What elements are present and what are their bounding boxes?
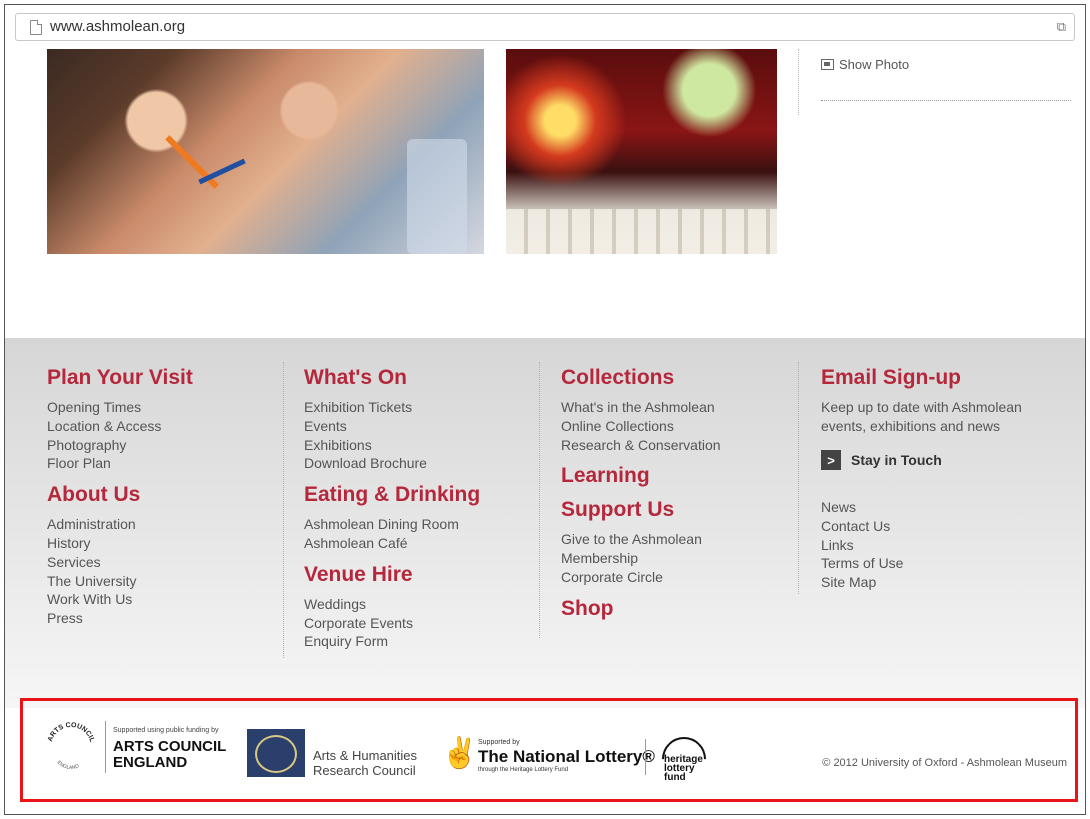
- footer-link[interactable]: Press: [47, 609, 193, 628]
- svg-text:ENGLAND: ENGLAND: [56, 760, 81, 771]
- url-text[interactable]: www.ashmolean.org: [50, 18, 185, 35]
- section-title[interactable]: Venue Hire: [304, 563, 480, 587]
- footer-link[interactable]: Corporate Events: [304, 614, 480, 633]
- footer-link[interactable]: News: [821, 498, 1061, 517]
- footer-link[interactable]: Weddings: [304, 595, 480, 614]
- ahrc-line2: Research Council: [313, 763, 416, 778]
- footer-link[interactable]: Work With Us: [47, 590, 193, 609]
- translate-icon[interactable]: ⧉: [1057, 19, 1066, 35]
- footer-link[interactable]: Research & Conservation: [561, 436, 721, 455]
- section-title[interactable]: Shop: [561, 597, 721, 621]
- section-title[interactable]: Eating & Drinking: [304, 483, 480, 507]
- column-divider: [283, 362, 285, 658]
- ring-bottom-text: ENGLAND: [56, 760, 81, 771]
- footer-column-collections: Collections What's in the Ashmolean Onli…: [561, 366, 721, 621]
- sidebar-divider: [798, 49, 800, 115]
- footer-link[interactable]: History: [47, 534, 193, 553]
- ahrc-line1: Arts & Humanities: [313, 748, 418, 763]
- footer-link[interactable]: Download Brochure: [304, 454, 480, 473]
- section-title[interactable]: About Us: [47, 483, 193, 507]
- page-icon: [30, 20, 42, 35]
- arts-council-ring-icon: ARTS COUNCIL ENGLAND: [47, 722, 96, 771]
- footer-link[interactable]: Enquiry Form: [304, 632, 480, 651]
- section-title: Email Sign-up: [821, 366, 962, 389]
- footer-link[interactable]: Terms of Use: [821, 554, 1061, 573]
- footer-link[interactable]: Give to the Ashmolean: [561, 530, 721, 549]
- footer-link[interactable]: Links: [821, 536, 1061, 555]
- photo-icon: [821, 59, 834, 70]
- heritage-lottery-fund-logo[interactable]: heritage lottery fund: [652, 727, 716, 791]
- footer-link[interactable]: Ashmolean Café: [304, 534, 480, 553]
- arts-council-line2: ENGLAND: [113, 754, 188, 771]
- footer-link[interactable]: Administration: [47, 515, 193, 534]
- arrow-icon: >: [821, 450, 841, 470]
- footer-link[interactable]: What's in the Ashmolean: [561, 398, 721, 417]
- ring-top-text: ARTS COUNCIL: [47, 722, 96, 744]
- logo-separator: [105, 721, 106, 773]
- sidebar-rule: [821, 100, 1071, 101]
- footer-link[interactable]: The University: [47, 572, 193, 591]
- children-drawing-photo[interactable]: [47, 49, 484, 254]
- show-photo-link[interactable]: Show Photo: [821, 57, 909, 72]
- footer-link[interactable]: Photography: [47, 436, 193, 455]
- arts-council-line1: ARTS COUNCIL: [113, 738, 227, 755]
- section-title[interactable]: Collections: [561, 366, 721, 390]
- arts-council-name: ARTS COUNCIL ENGLAND: [113, 739, 226, 771]
- column-divider: [539, 362, 541, 638]
- site-footer: Plan Your Visit Opening Times Location &…: [5, 338, 1085, 708]
- photo-detail: [407, 139, 467, 254]
- section-title[interactable]: Plan Your Visit: [47, 366, 193, 390]
- address-bar-area: www.ashmolean.org ⧉: [5, 5, 1085, 49]
- ahrc-name: Arts & Humanities Research Council: [313, 748, 417, 778]
- arts-council-small-text: Supported using public funding by: [113, 727, 219, 734]
- lottery-subtext: through the Heritage Lottery Fund: [478, 767, 569, 773]
- show-photo-label: Show Photo: [839, 57, 910, 72]
- section-title[interactable]: Learning: [561, 464, 721, 488]
- lottery-name: The National Lottery®: [478, 747, 655, 766]
- hlf-text: heritage lottery fund: [664, 755, 710, 783]
- footer-link[interactable]: Contact Us: [821, 517, 1061, 536]
- signup-description: Keep up to date with Ashmolean events, e…: [821, 399, 1022, 434]
- photo-detail: [506, 209, 777, 254]
- footer-link[interactable]: Opening Times: [47, 398, 193, 417]
- section-title[interactable]: Support Us: [561, 498, 721, 522]
- logo-separator: [645, 739, 646, 775]
- column-divider: [798, 362, 800, 594]
- footer-column-whats-on: What's On Exhibition Tickets Events Exhi…: [304, 366, 480, 651]
- footer-column-signup: Email Sign-up Keep up to date with Ashmo…: [821, 366, 1061, 592]
- ahrc-emblem-icon: [247, 729, 305, 777]
- footer-link[interactable]: Exhibitions: [304, 436, 480, 455]
- footer-link[interactable]: Ashmolean Dining Room: [304, 515, 480, 534]
- footer-link[interactable]: Corporate Circle: [561, 568, 721, 587]
- footer-link[interactable]: Site Map: [821, 573, 1061, 592]
- footer-link[interactable]: Location & Access: [47, 417, 193, 436]
- lottery-small-text: Supported by: [478, 739, 520, 746]
- footer-link[interactable]: Floor Plan: [47, 454, 193, 473]
- photo-detail: [165, 135, 219, 189]
- footer-link[interactable]: Online Collections: [561, 417, 721, 436]
- footer-column-visit: Plan Your Visit Opening Times Location &…: [47, 366, 193, 628]
- venue-dining-photo[interactable]: [506, 49, 777, 254]
- footer-link[interactable]: Services: [47, 553, 193, 572]
- footer-link[interactable]: Exhibition Tickets: [304, 398, 480, 417]
- copyright-text: © 2012 University of Oxford - Ashmolean …: [822, 757, 1067, 769]
- hlf-line2: lottery fund: [664, 763, 695, 783]
- stay-in-touch-button[interactable]: > Stay in Touch: [821, 450, 1061, 470]
- section-title[interactable]: What's On: [304, 366, 480, 390]
- footer-link[interactable]: Membership: [561, 549, 721, 568]
- footer-link[interactable]: Events: [304, 417, 480, 436]
- crossed-fingers-icon: ✌: [441, 737, 479, 770]
- funders-logo-bar: ARTS COUNCIL ENGLAND Supported using pub…: [20, 698, 1078, 802]
- browser-window: www.ashmolean.org ⧉ Show Photo Plan Your…: [4, 4, 1086, 815]
- address-bar[interactable]: www.ashmolean.org ⧉: [15, 13, 1075, 41]
- svg-text:ARTS COUNCIL: ARTS COUNCIL: [47, 722, 96, 744]
- stay-in-touch-label: Stay in Touch: [851, 452, 942, 468]
